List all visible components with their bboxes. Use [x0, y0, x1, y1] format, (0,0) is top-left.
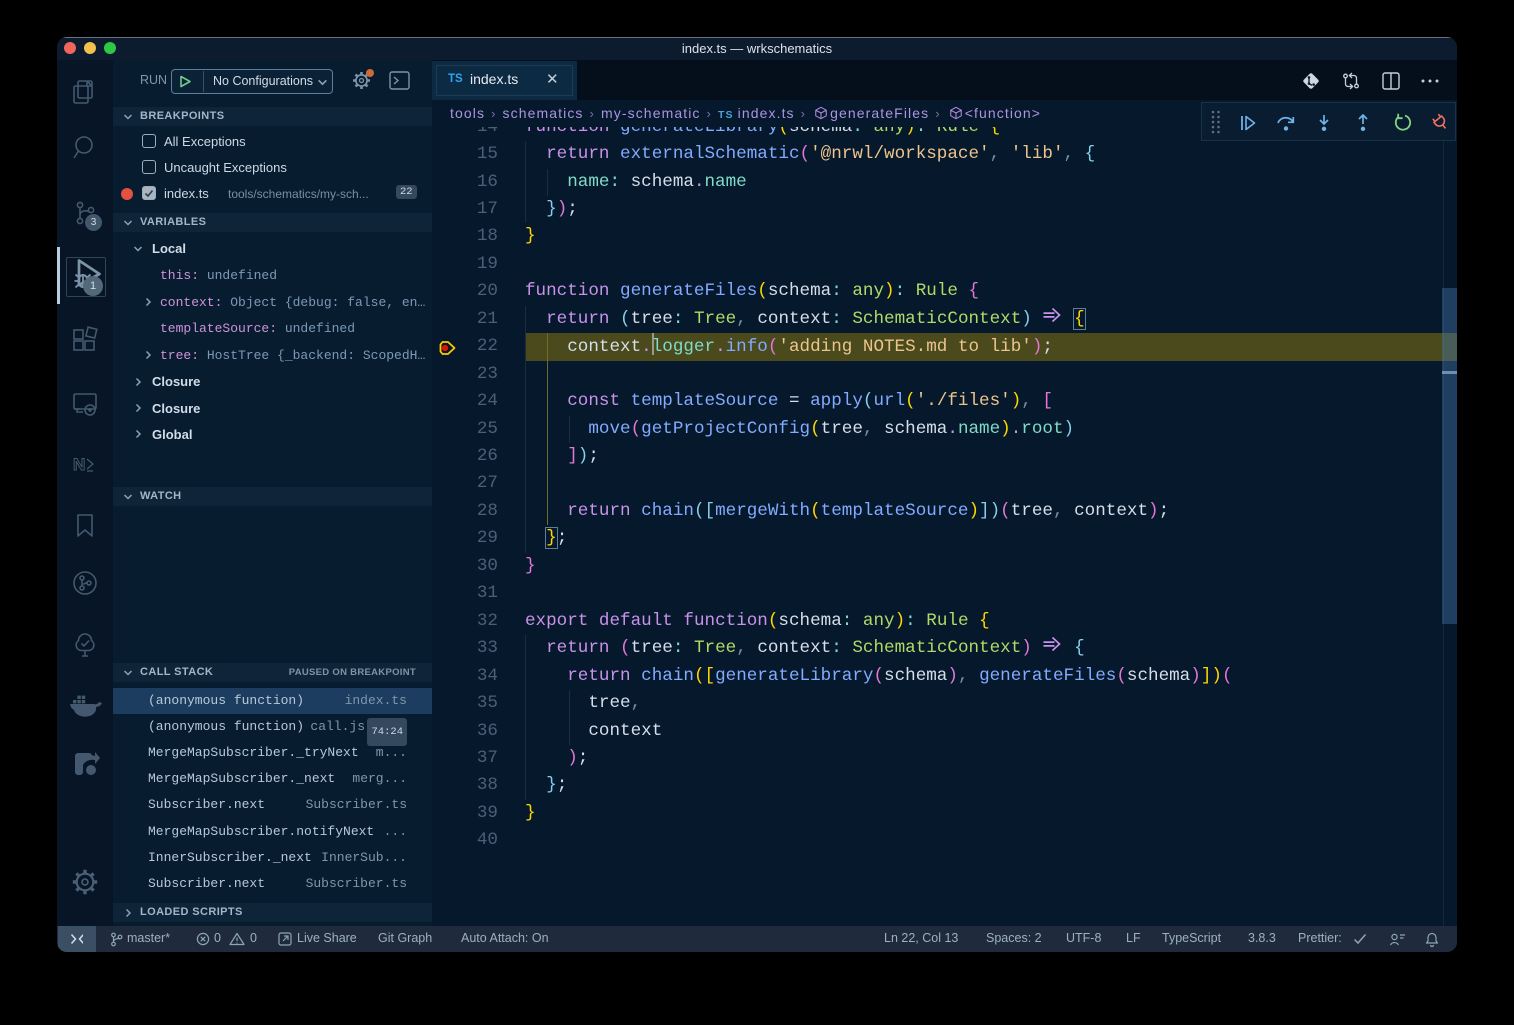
- svg-text:N: N: [73, 455, 85, 474]
